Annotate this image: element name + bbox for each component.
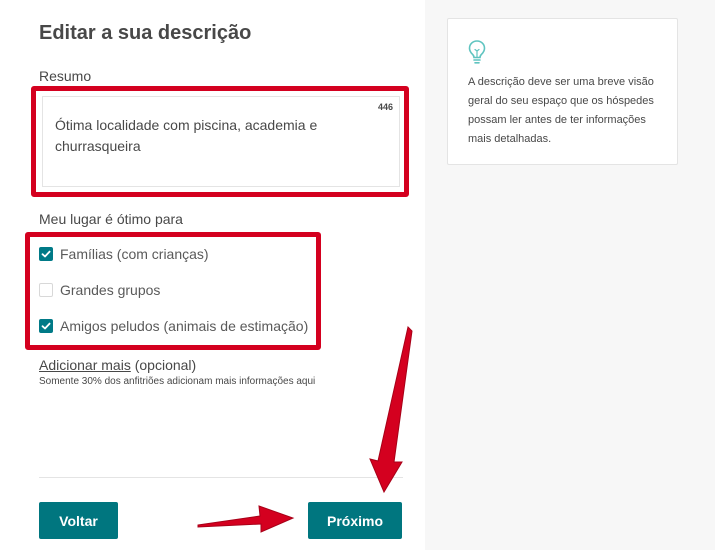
option-large-groups[interactable]: Grandes grupos — [39, 280, 160, 300]
pets-checkbox[interactable] — [39, 319, 53, 333]
check-icon — [41, 322, 51, 330]
summary-text: Ótima localidade com piscina, academia e… — [55, 117, 318, 154]
check-icon — [41, 250, 51, 258]
page-title: Editar a sua descrição — [39, 22, 252, 44]
add-more-note: Somente 30% dos anfitriões adicionam mai… — [39, 376, 316, 387]
add-more-link[interactable]: Adicionar mais — [39, 357, 131, 373]
large-groups-checkbox[interactable] — [39, 283, 53, 297]
tip-card: A descrição deve ser uma breve visão ger… — [447, 18, 678, 165]
char-count: 446 — [377, 102, 393, 112]
footer-divider — [39, 477, 403, 478]
option-pets[interactable]: Amigos peludos (animais de estimação) — [39, 316, 308, 336]
option-families[interactable]: Famílias (com crianças) — [39, 244, 209, 264]
add-more-optional: (opcional) — [130, 357, 197, 373]
lightbulb-icon — [468, 40, 486, 64]
option-label: Grandes grupos — [60, 282, 161, 298]
summary-label: Resumo — [39, 68, 92, 84]
option-label: Amigos peludos (animais de estimação) — [60, 318, 309, 334]
back-button[interactable]: Voltar — [39, 502, 118, 539]
summary-textarea[interactable]: 446 Ótima localidade com piscina, academ… — [42, 96, 400, 187]
great-for-label: Meu lugar é ótimo para — [39, 211, 183, 227]
add-more: Adicionar mais (opcional) — [39, 357, 196, 373]
option-label: Famílias (com crianças) — [60, 246, 209, 262]
families-checkbox[interactable] — [39, 247, 53, 261]
next-button[interactable]: Próximo — [308, 502, 402, 539]
tip-text: A descrição deve ser uma breve visão ger… — [468, 76, 654, 145]
